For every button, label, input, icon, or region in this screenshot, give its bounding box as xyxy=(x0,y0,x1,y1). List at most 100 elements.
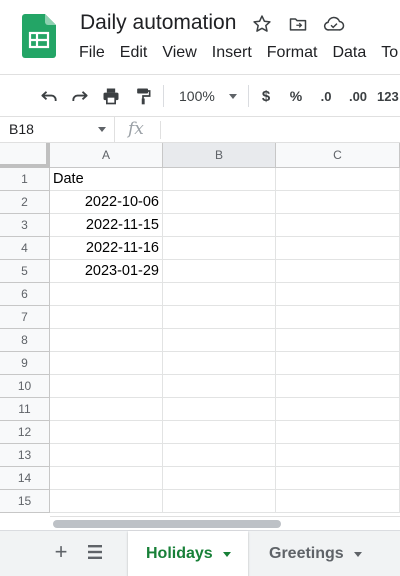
zoom-value: 100% xyxy=(179,88,215,104)
cell-b5[interactable] xyxy=(163,260,276,283)
cell-c6[interactable] xyxy=(276,283,400,306)
redo-icon[interactable] xyxy=(67,83,93,109)
row-header-10[interactable]: 10 xyxy=(0,375,50,398)
row-header-13[interactable]: 13 xyxy=(0,444,50,467)
cell-a10[interactable] xyxy=(50,375,163,398)
cell-b13[interactable] xyxy=(163,444,276,467)
cell-b12[interactable] xyxy=(163,421,276,444)
cell-c8[interactable] xyxy=(276,329,400,352)
cell-b6[interactable] xyxy=(163,283,276,306)
cell-c11[interactable] xyxy=(276,398,400,421)
cell-b9[interactable] xyxy=(163,352,276,375)
cell-b15[interactable] xyxy=(163,490,276,513)
menu-file[interactable]: File xyxy=(79,44,105,62)
column-header-a[interactable]: A xyxy=(50,143,163,168)
chevron-down-icon[interactable] xyxy=(222,551,231,557)
move-to-folder-icon[interactable] xyxy=(286,12,310,36)
decrease-decimals-button[interactable]: .0 xyxy=(312,83,340,109)
row-header-14[interactable]: 14 xyxy=(0,467,50,490)
cell-a4[interactable]: 2022-11-16 xyxy=(50,237,163,260)
cell-a13[interactable] xyxy=(50,444,163,467)
cell-b2[interactable] xyxy=(163,191,276,214)
cell-a7[interactable] xyxy=(50,306,163,329)
menu-tools[interactable]: To xyxy=(381,44,398,62)
fx-icon: fx xyxy=(128,119,144,139)
cell-b4[interactable] xyxy=(163,237,276,260)
cell-a8[interactable] xyxy=(50,329,163,352)
undo-icon[interactable] xyxy=(36,83,62,109)
scrollbar-thumb[interactable] xyxy=(53,520,281,528)
row-header-1[interactable]: 1 xyxy=(0,168,50,191)
all-sheets-icon[interactable] xyxy=(85,544,105,560)
more-formats-button[interactable]: 123 xyxy=(377,83,400,109)
cell-a9[interactable] xyxy=(50,352,163,375)
cell-c12[interactable] xyxy=(276,421,400,444)
document-title[interactable]: Daily automation xyxy=(80,11,236,35)
select-all-corner[interactable] xyxy=(0,143,50,168)
sheets-logo-icon[interactable] xyxy=(22,14,56,58)
cell-a6[interactable] xyxy=(50,283,163,306)
cell-b7[interactable] xyxy=(163,306,276,329)
cell-a14[interactable] xyxy=(50,467,163,490)
chevron-down-icon[interactable] xyxy=(353,551,362,557)
cell-b11[interactable] xyxy=(163,398,276,421)
horizontal-scrollbar[interactable] xyxy=(50,516,400,530)
sheet-tab-holidays[interactable]: Holidays xyxy=(128,531,248,576)
column-header-c[interactable]: C xyxy=(276,143,400,168)
currency-format-button[interactable]: $ xyxy=(255,83,277,109)
sheet-tab-label: Greetings xyxy=(269,545,344,562)
cell-c5[interactable] xyxy=(276,260,400,283)
cell-c7[interactable] xyxy=(276,306,400,329)
percent-format-button[interactable]: % xyxy=(285,83,307,109)
cell-c9[interactable] xyxy=(276,352,400,375)
cell-c13[interactable] xyxy=(276,444,400,467)
row-header-2[interactable]: 2 xyxy=(0,191,50,214)
cell-c3[interactable] xyxy=(276,214,400,237)
cell-c4[interactable] xyxy=(276,237,400,260)
row-header-9[interactable]: 9 xyxy=(0,352,50,375)
name-box[interactable]: B18 xyxy=(0,117,115,143)
formula-input[interactable] xyxy=(168,117,398,143)
cell-c15[interactable] xyxy=(276,490,400,513)
cloud-saved-icon[interactable] xyxy=(322,12,346,36)
menu-insert[interactable]: Insert xyxy=(212,44,252,62)
cell-b10[interactable] xyxy=(163,375,276,398)
cell-b3[interactable] xyxy=(163,214,276,237)
row-header-6[interactable]: 6 xyxy=(0,283,50,306)
cell-a11[interactable] xyxy=(50,398,163,421)
cell-a2[interactable]: 2022-10-06 xyxy=(50,191,163,214)
cell-c2[interactable] xyxy=(276,191,400,214)
row-header-8[interactable]: 8 xyxy=(0,329,50,352)
cell-a1[interactable]: Date xyxy=(50,168,163,191)
menu-format[interactable]: Format xyxy=(267,44,318,62)
cell-c1[interactable] xyxy=(276,168,400,191)
cell-b14[interactable] xyxy=(163,467,276,490)
row-header-12[interactable]: 12 xyxy=(0,421,50,444)
row-header-4[interactable]: 4 xyxy=(0,237,50,260)
print-icon[interactable] xyxy=(98,83,124,109)
paint-format-icon[interactable] xyxy=(130,83,156,109)
cell-b8[interactable] xyxy=(163,329,276,352)
cell-c10[interactable] xyxy=(276,375,400,398)
cell-a15[interactable] xyxy=(50,490,163,513)
cell-b1[interactable] xyxy=(163,168,276,191)
add-sheet-icon[interactable]: + xyxy=(50,541,72,563)
zoom-select[interactable]: 100% xyxy=(172,83,242,109)
increase-decimals-button[interactable]: .00 xyxy=(343,83,373,109)
row-header-11[interactable]: 11 xyxy=(0,398,50,421)
cell-a3[interactable]: 2022-11-15 xyxy=(50,214,163,237)
sheet-tab-greetings[interactable]: Greetings xyxy=(254,531,400,576)
menu-edit[interactable]: Edit xyxy=(120,44,148,62)
column-header-b[interactable]: B xyxy=(163,143,276,168)
row-header-7[interactable]: 7 xyxy=(0,306,50,329)
row-header-3[interactable]: 3 xyxy=(0,214,50,237)
row-header-5[interactable]: 5 xyxy=(0,260,50,283)
cell-a5[interactable]: 2023-01-29 xyxy=(50,260,163,283)
row-header-15[interactable]: 15 xyxy=(0,490,50,513)
menu-view[interactable]: View xyxy=(162,44,196,62)
star-icon[interactable] xyxy=(250,12,274,36)
menu-data[interactable]: Data xyxy=(332,44,366,62)
cell-c14[interactable] xyxy=(276,467,400,490)
formula-bar: B18 fx xyxy=(0,116,400,143)
cell-a12[interactable] xyxy=(50,421,163,444)
